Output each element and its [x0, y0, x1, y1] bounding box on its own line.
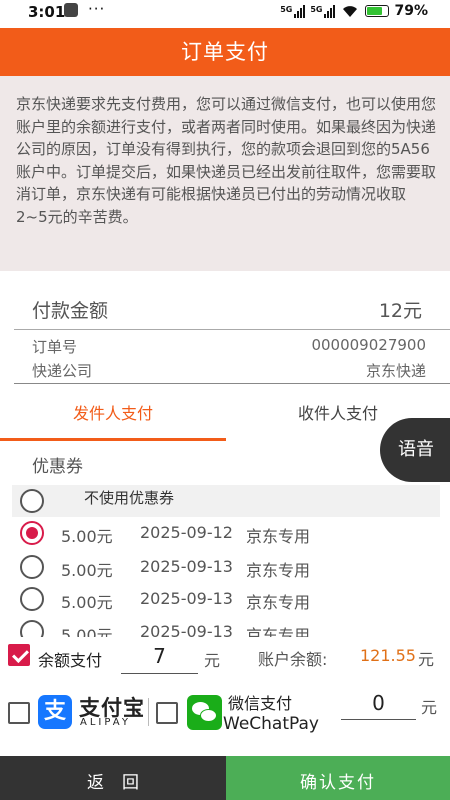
confirm-pay-button[interactable]: 确认支付 [226, 756, 450, 800]
signal-label-2: 5G [310, 4, 323, 14]
coupon-type: 京东专用 [246, 561, 311, 580]
wifi-icon [343, 6, 358, 17]
coupon-option[interactable]: 5.00元 2025-09-13 京东专用 [12, 552, 440, 584]
order-number-value: 000009027900 [311, 336, 426, 354]
page-title: 订单支付 [0, 28, 450, 76]
account-balance-unit: 元 [418, 650, 435, 669]
account-balance-label: 账户余额: [258, 650, 328, 669]
alipay-icon: 支 [38, 695, 72, 729]
amount-value: 12元 [378, 300, 422, 322]
third-party-pay-row: 支 支付宝 ALIPAY 微信支付 WeChatPay 元 [0, 686, 450, 742]
coupon-list[interactable]: 不使用优惠券 5.00元 2025-09-12 京东专用 5.00元 2025-… [12, 485, 440, 637]
divider [14, 383, 450, 384]
balance-amount-input[interactable] [121, 638, 198, 674]
coupon-amount: 5.00元 [61, 626, 113, 637]
balance-pay-label: 余额支付 [38, 651, 103, 670]
voice-button[interactable]: 语音 [380, 418, 450, 482]
coupon-section-title: 优惠券 [32, 457, 83, 477]
divider [148, 698, 149, 726]
battery-percent: 79% [394, 3, 428, 19]
status-time: 3:01 [28, 3, 66, 21]
status-bar: 3:01 ··· 5G 5G 79% [0, 0, 450, 28]
coupon-date: 2025-09-12 [140, 523, 233, 542]
signal-label: 5G [280, 4, 293, 14]
radio-button[interactable] [20, 620, 44, 637]
payment-amount-row: 付款金额 12元 [14, 288, 450, 330]
more-notifications-icon: ··· [88, 0, 106, 18]
courier-value: 京东快递 [365, 362, 426, 380]
alipay-en-name: ALIPAY [80, 717, 131, 728]
signal-icon-2: 5G [310, 4, 336, 18]
amount-label: 付款金额 [32, 300, 109, 322]
wechat-unit: 元 [421, 698, 438, 717]
balance-pay-row: 余额支付 元 账户余额: 121.55 元 [0, 638, 450, 678]
coupon-type: 京东专用 [246, 626, 311, 637]
courier-label: 快递公司 [32, 362, 93, 380]
balance-pay-checkbox[interactable] [8, 644, 30, 666]
coupon-option[interactable]: 5.00元 2025-09-13 京东专用 [12, 617, 440, 637]
account-balance-value: 121.55 [360, 646, 416, 665]
coupon-date: 2025-09-13 [140, 557, 233, 576]
wrench-icon [64, 3, 78, 17]
wechat-amount-input[interactable] [341, 686, 416, 720]
coupon-amount: 5.00元 [61, 593, 113, 612]
radio-button-selected[interactable] [20, 521, 44, 545]
wechat-pay-en-name: WeChatPay [223, 714, 319, 734]
wechat-pay-checkbox[interactable] [156, 702, 178, 724]
wechat-pay-name: 微信支付 [228, 694, 293, 713]
coupon-date: 2025-09-13 [140, 622, 233, 637]
coupon-type: 京东专用 [246, 593, 311, 612]
wechat-icon [187, 695, 222, 730]
battery-icon [365, 5, 390, 17]
coupon-option-none[interactable]: 不使用优惠券 [12, 485, 440, 517]
alipay-checkbox[interactable] [8, 702, 30, 724]
radio-button[interactable] [20, 555, 44, 579]
payment-notice: 京东快递要求先支付费用，您可以通过微信支付，也可以使用您账户里的余额进行支付，或… [0, 76, 450, 271]
back-button[interactable]: 返回 [0, 756, 226, 800]
status-indicators: 5G 5G 79% [280, 3, 428, 19]
active-tab-indicator [0, 438, 226, 441]
coupon-amount: 5.00元 [61, 561, 113, 580]
coupon-date: 2025-09-13 [140, 589, 233, 608]
coupon-amount: 5.00元 [61, 527, 113, 546]
signal-icon: 5G [280, 4, 306, 18]
coupon-option[interactable]: 5.00元 2025-09-13 京东专用 [12, 584, 440, 616]
radio-button[interactable] [20, 489, 44, 513]
coupon-none-label: 不使用优惠券 [84, 489, 175, 507]
radio-button[interactable] [20, 587, 44, 611]
order-number-label: 订单号 [32, 338, 78, 356]
tab-sender-pay[interactable]: 发件人支付 [0, 400, 226, 424]
balance-unit: 元 [204, 651, 221, 670]
coupon-option[interactable]: 5.00元 2025-09-12 京东专用 [12, 518, 440, 550]
coupon-type: 京东专用 [246, 527, 311, 546]
